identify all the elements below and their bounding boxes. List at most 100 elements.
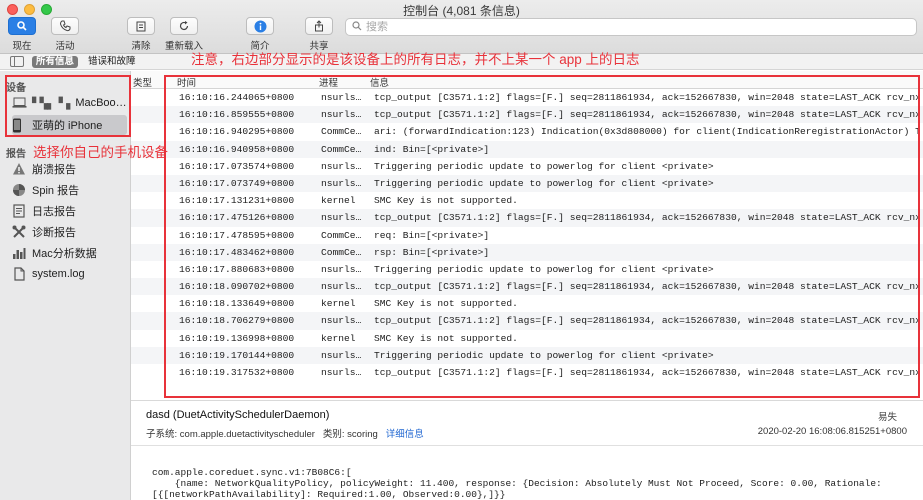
- sidebar-item-system-log[interactable]: system.log: [12, 264, 85, 284]
- table-row[interactable]: 16:10:19.317532+0800 nsurls… tcp_output [C…: [131, 364, 923, 381]
- now-button[interactable]: 现在: [0, 17, 44, 52]
- detail-body-line: {name: NetworkQualityPolicy, policyWeigh…: [152, 478, 882, 489]
- table-row[interactable]: 16:10:16.859555+0800 nsurls… tcp_output [C…: [131, 106, 923, 124]
- sidebar-item-crash-reports[interactable]: 崩溃报告: [12, 159, 76, 179]
- details-link[interactable]: 详细信息: [386, 429, 424, 440]
- spinner-icon: [12, 183, 26, 197]
- iphone-icon: [12, 118, 26, 133]
- table-row[interactable]: 16:10:16.940295+0800 CommCe… ari: (forward…: [131, 123, 923, 140]
- sidebar-item-mac-analytics[interactable]: Mac分析数据: [12, 243, 97, 263]
- cell-time: 16:10:17.478595+0800: [179, 229, 295, 241]
- cell-time: 16:10:17.880683+0800: [179, 263, 295, 275]
- sidebar-item-diagnostic-reports[interactable]: 诊断报告: [12, 222, 76, 242]
- info-icon: [246, 17, 274, 35]
- detail-level-badge: 易失: [877, 412, 897, 423]
- tab-all-messages[interactable]: 所有信息: [32, 56, 79, 68]
- cell-message: Triggering periodic update to powerlog f…: [374, 263, 714, 275]
- cell-time: 16:10:19.170144+0800: [179, 349, 295, 361]
- table-row[interactable]: 16:10:17.073749+0800 nsurls… Triggering pe…: [131, 174, 923, 193]
- subsystem-label: 子系统:: [146, 429, 178, 440]
- annotation-note-top: 注意，右边部分显示的是该设备上的所有日志，并不上某一个 app 上的日志: [191, 52, 640, 67]
- cell-process: nsurls…: [321, 160, 362, 172]
- clear-button[interactable]: 清除: [119, 17, 163, 52]
- sidebar-item-label: 诊断报告: [32, 227, 76, 239]
- cell-process: nsurls…: [321, 212, 362, 224]
- table-row[interactable]: 16:10:17.483462+0800 CommCe… rsp: Bin=[<pr…: [131, 243, 923, 261]
- table-row[interactable]: 16:10:17.478595+0800 CommCe… req: Bin=[<pr…: [131, 227, 923, 244]
- search-field[interactable]: [345, 18, 917, 36]
- cell-process: kernel: [321, 298, 356, 310]
- category-value: scoring: [347, 429, 378, 440]
- sidebar-item-log-reports[interactable]: 日志报告: [12, 201, 76, 221]
- reload-button[interactable]: 重新载入: [162, 17, 206, 52]
- sidebar-toggle-icon[interactable]: [10, 56, 24, 67]
- table-row[interactable]: 16:10:19.136998+0800 kernel SMC Key is not…: [131, 330, 923, 347]
- cell-process: nsurls…: [321, 109, 362, 121]
- sidebar-device-label: MacBoo…: [75, 97, 127, 109]
- cell-message: ind: Bin=[<private>]: [374, 143, 490, 155]
- sidebar-item-label: 日志报告: [32, 206, 76, 218]
- log-table: 类型 时间 进程 信息 16:10:16.244065+0800 nsurls… t…: [131, 71, 923, 400]
- sidebar-device-macbook[interactable]: ▘▚▖▝▗ MacBoo…: [12, 93, 127, 113]
- cell-process: kernel: [321, 195, 356, 207]
- cell-process: nsurls…: [321, 177, 362, 189]
- cell-message: SMC Key is not supported.: [374, 332, 518, 344]
- cell-time: 16:10:18.133649+0800: [179, 298, 295, 310]
- table-row[interactable]: 16:10:19.170144+0800 nsurls… Triggering pe…: [131, 346, 923, 364]
- sidebar-device-iphone[interactable]: 亚萌的 iPhone: [12, 115, 127, 135]
- tools-icon: [12, 225, 26, 239]
- sidebar-item-label: 崩溃报告: [32, 164, 76, 176]
- cell-process: CommCe…: [321, 126, 362, 138]
- detail-meta: 子系统: com.apple.duetactivityscheduler 类别:…: [146, 426, 424, 440]
- sidebar-item-spin-reports[interactable]: Spin 报告: [12, 180, 79, 200]
- column-header-process[interactable]: 进程: [319, 75, 338, 89]
- cell-process: CommCe…: [321, 143, 362, 155]
- table-row[interactable]: 16:10:16.244065+0800 nsurls… tcp_output [C…: [131, 89, 923, 106]
- search-icon: [352, 20, 362, 34]
- cell-message: Triggering periodic update to powerlog f…: [374, 177, 714, 189]
- cell-message: SMC Key is not supported.: [374, 298, 518, 310]
- phone-activity-icon: [51, 17, 79, 35]
- bar-chart-icon: [12, 246, 26, 260]
- cell-process: nsurls…: [321, 281, 362, 293]
- table-row[interactable]: 16:10:18.133649+0800 kernel SMC Key is not…: [131, 295, 923, 312]
- cell-time: 16:10:18.090702+0800: [179, 281, 295, 293]
- cell-message: req: Bin=[<private>]: [374, 229, 490, 241]
- cell-time: 16:10:17.073574+0800: [179, 160, 295, 172]
- table-row[interactable]: 16:10:18.706279+0800 nsurls… tcp_output [C…: [131, 312, 923, 330]
- clear-icon: [127, 17, 155, 35]
- table-row[interactable]: 16:10:17.475126+0800 nsurls… tcp_output [C…: [131, 209, 923, 227]
- table-rows: 16:10:16.244065+0800 nsurls… tcp_output [C…: [131, 89, 923, 381]
- log-document-icon: [12, 204, 26, 218]
- tab-errors-faults[interactable]: 错误和故障: [84, 56, 140, 68]
- detail-pane: dasd (DuetActivitySchedulerDaemon) 易失 子系…: [131, 400, 923, 500]
- device-name-blurred: ▘▚▖▝▗: [32, 97, 70, 110]
- category-label: 类别:: [322, 429, 345, 440]
- cell-process: nsurls…: [321, 263, 362, 275]
- column-header-message[interactable]: 信息: [370, 75, 389, 89]
- sidebar-device-label: 亚萌的 iPhone: [32, 120, 103, 132]
- cell-time: 16:10:16.244065+0800: [179, 92, 295, 103]
- now-label: 现在: [12, 41, 32, 52]
- search-input[interactable]: [366, 21, 886, 33]
- share-button[interactable]: 共享: [297, 17, 341, 52]
- activity-button[interactable]: 活动: [43, 17, 87, 52]
- cell-message: tcp_output [C3571.1:2] flags=[F.] seq=28…: [374, 109, 920, 121]
- info-button[interactable]: 简介: [238, 17, 282, 52]
- cell-time: 16:10:16.940958+0800: [179, 143, 295, 155]
- cell-process: nsurls…: [321, 349, 362, 361]
- table-row[interactable]: 16:10:16.940958+0800 CommCe… ind: Bin=[<pr…: [131, 140, 923, 158]
- column-header-type[interactable]: 类型: [133, 75, 152, 89]
- column-header-time[interactable]: 时间: [177, 75, 196, 89]
- table-row[interactable]: 16:10:18.090702+0800 nsurls… tcp_output [C…: [131, 278, 923, 296]
- table-row[interactable]: 16:10:17.880683+0800 nsurls… Triggering pe…: [131, 261, 923, 278]
- activity-label: 活动: [55, 41, 75, 52]
- table-row[interactable]: 16:10:17.073574+0800 nsurls… Triggering pe…: [131, 158, 923, 175]
- table-row[interactable]: 16:10:17.131231+0800 kernel SMC Key is not…: [131, 192, 923, 209]
- cell-message: tcp_output [C3571.1:2] flags=[F.] seq=28…: [374, 92, 920, 103]
- cell-process: kernel: [321, 332, 356, 344]
- detail-body: com.apple.coreduet.sync.v1:7B08C6:[ {nam…: [152, 467, 882, 500]
- cell-process: nsurls…: [321, 315, 362, 327]
- now-icon: [8, 17, 36, 35]
- cell-time: 16:10:19.136998+0800: [179, 332, 295, 344]
